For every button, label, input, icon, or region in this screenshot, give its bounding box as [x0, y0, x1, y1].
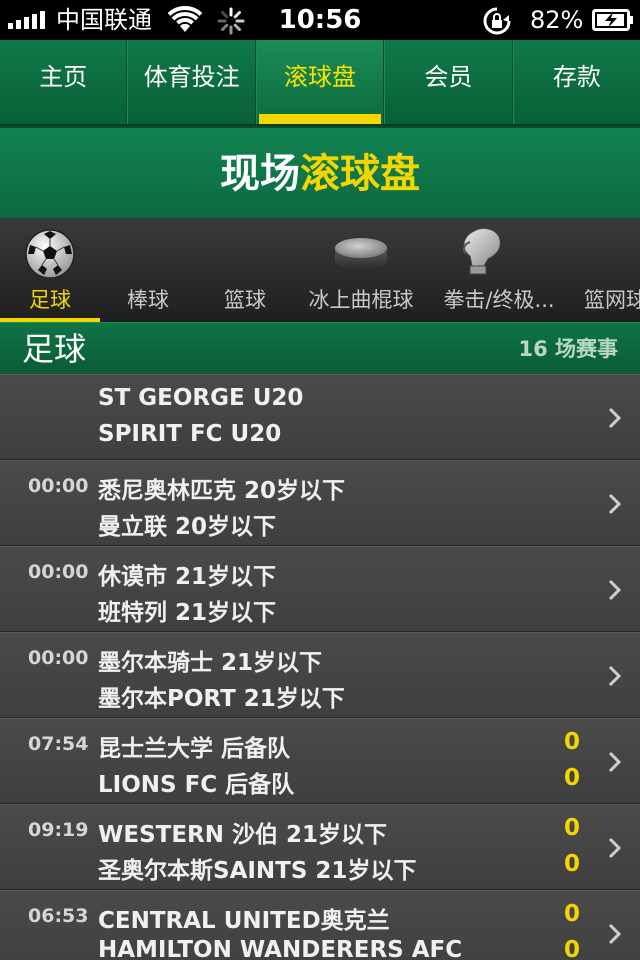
chevron-right-icon — [608, 837, 622, 859]
home-team: 悉尼奥林匹克 20岁以下 — [98, 478, 346, 504]
sport-tab-label: 足球 — [29, 288, 71, 312]
match-row[interactable]: 07:54 昆士兰大学 后备队 LIONS FC 后备队 0 0 — [0, 718, 640, 804]
status-bar: 中国联通 10:56 82% — [0, 0, 640, 40]
away-team: 墨尔本PORT 21岁以下 — [98, 686, 345, 712]
away-team: 曼立联 20岁以下 — [98, 514, 277, 540]
battery-charging-icon — [592, 9, 633, 31]
top-nav: 主页 体育投注 滚球盘 会员 存款 — [0, 40, 640, 126]
home-team: 墨尔本骑士 21岁以下 — [98, 650, 323, 676]
soccer-ball-icon — [25, 229, 75, 279]
sport-tab-label: 篮球 — [224, 288, 266, 312]
sport-tab-ice-hockey[interactable]: 冰上曲棍球 — [296, 218, 426, 322]
match-row[interactable]: 00:00 墨尔本骑士 21岁以下 墨尔本PORT 21岁以下 — [0, 632, 640, 718]
rotation-lock-icon — [483, 7, 511, 35]
tab-home[interactable]: 主页 — [0, 40, 128, 124]
tab-in-play[interactable]: 滚球盘 — [255, 40, 385, 124]
sport-tab-basketball[interactable]: 篮球 — [196, 218, 294, 322]
section-header: 足球 16 场赛事 — [0, 322, 640, 374]
sport-tab-soccer[interactable]: 足球 — [0, 218, 100, 322]
away-team: 圣奥尔本斯SAINTS 21岁以下 — [98, 858, 417, 884]
chevron-right-icon — [608, 751, 622, 773]
home-score: 0 — [563, 729, 580, 755]
boxing-glove-icon — [462, 227, 501, 275]
chevron-right-icon — [608, 665, 622, 687]
match-time: 09:19 — [28, 819, 89, 841]
match-row[interactable]: 00:00 悉尼奥林匹克 20岁以下 曼立联 20岁以下 — [0, 460, 640, 546]
battery-percentage: 82% — [530, 6, 584, 34]
tab-members[interactable]: 会员 — [384, 40, 513, 124]
match-row[interactable]: ST GEORGE U20 SPIRIT FC U20 — [0, 374, 640, 460]
section-title: 足球 — [22, 330, 87, 368]
tab-sports-betting[interactable]: 体育投注 — [127, 40, 256, 124]
match-time: 07:54 — [28, 733, 89, 755]
chevron-right-icon — [608, 407, 622, 429]
match-time: 06:53 — [28, 905, 89, 927]
sport-tab-baseball[interactable]: 棒球 — [100, 218, 196, 322]
away-score: 0 — [563, 765, 580, 791]
home-team: 休谟市 21岁以下 — [98, 564, 277, 590]
match-row[interactable]: 06:53 CENTRAL UNITED奥克兰 HAMILTON WANDERE… — [0, 890, 640, 960]
home-score: 0 — [563, 901, 580, 927]
sport-tab-label: 拳击/终极... — [443, 288, 555, 312]
home-team: WESTERN 沙伯 21岁以下 — [98, 822, 388, 848]
match-row[interactable]: 00:00 休谟市 21岁以下 班特列 21岁以下 — [0, 546, 640, 632]
page-title: 现场滚球盘 — [0, 126, 640, 218]
chevron-right-icon — [608, 923, 622, 945]
match-time: 00:00 — [28, 561, 89, 583]
away-team: 班特列 21岁以下 — [98, 600, 277, 626]
home-team: ST GEORGE U20 — [98, 385, 304, 411]
sport-tab-label: 冰上曲棍球 — [308, 288, 414, 312]
sport-tab-netball[interactable]: 篮网球 — [576, 218, 640, 322]
sport-tab-label: 棒球 — [127, 288, 169, 312]
match-time: 00:00 — [28, 475, 89, 497]
away-team: LIONS FC 后备队 — [98, 772, 295, 798]
event-count: 16 场赛事 — [518, 337, 618, 361]
away-team: SPIRIT FC U20 — [98, 421, 282, 447]
away-score: 0 — [563, 851, 580, 877]
home-team: CENTRAL UNITED奥克兰 — [98, 908, 390, 934]
away-score: 0 — [563, 937, 580, 960]
sport-selector: 足球 棒球 篮球 冰上曲棍球 拳击/终极... 篮网球 — [0, 218, 640, 322]
tab-deposit[interactable]: 存款 — [512, 40, 640, 124]
home-score: 0 — [563, 815, 580, 841]
chevron-right-icon — [608, 493, 622, 515]
hockey-puck-icon — [335, 238, 387, 270]
match-list: ST GEORGE U20 SPIRIT FC U20 00:00 悉尼奥林匹克… — [0, 374, 640, 960]
sport-tab-boxing[interactable]: 拳击/终极... — [434, 218, 564, 322]
match-row[interactable]: 09:19 WESTERN 沙伯 21岁以下 圣奥尔本斯SAINTS 21岁以下… — [0, 804, 640, 890]
chevron-right-icon — [608, 579, 622, 601]
page-title-prefix: 现场 — [220, 151, 300, 197]
page-title-highlight: 滚球盘 — [300, 151, 420, 197]
match-time: 00:00 — [28, 647, 89, 669]
sport-tab-label: 篮网球 — [584, 288, 640, 312]
home-team: 昆士兰大学 后备队 — [98, 736, 291, 762]
away-team: HAMILTON WANDERERS AFC — [98, 937, 463, 960]
